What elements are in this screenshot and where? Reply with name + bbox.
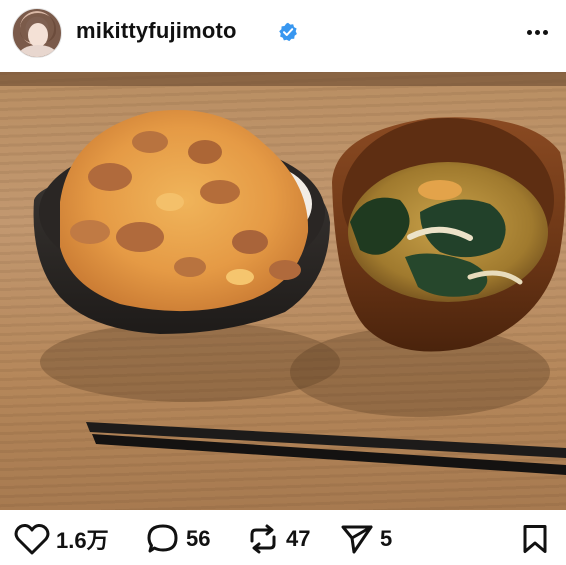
egg-highlight bbox=[156, 193, 184, 211]
post-image[interactable] bbox=[0, 72, 566, 510]
send-paper-plane-icon bbox=[341, 525, 373, 554]
comment-button[interactable]: 56 bbox=[146, 524, 210, 554]
like-button[interactable]: 1.6万 bbox=[14, 523, 109, 555]
repost-icon bbox=[250, 524, 276, 554]
chicken-piece bbox=[188, 140, 222, 164]
share-count: 5 bbox=[380, 526, 393, 551]
egg-yolk-floating bbox=[418, 180, 462, 200]
more-dot-icon bbox=[526, 29, 532, 35]
repost-count: 47 bbox=[286, 526, 311, 551]
chicken-piece bbox=[116, 222, 164, 252]
oyakodon-topping bbox=[60, 110, 309, 312]
verified-badge-icon bbox=[279, 22, 297, 42]
repost-button[interactable]: 47 bbox=[246, 524, 310, 554]
table-edge bbox=[0, 72, 566, 86]
post-header: mikittyfujimoto bbox=[0, 0, 566, 72]
chicken-piece bbox=[232, 230, 268, 254]
profile-avatar[interactable] bbox=[12, 8, 62, 58]
share-button[interactable]: 5 bbox=[340, 524, 392, 554]
comment-count: 56 bbox=[186, 526, 211, 551]
chicken-piece bbox=[88, 163, 132, 191]
chicken-piece bbox=[269, 260, 301, 280]
egg-highlight bbox=[226, 269, 254, 285]
comment-bubble-icon bbox=[147, 524, 178, 553]
chicken-piece bbox=[200, 180, 240, 204]
food-photo-illustration bbox=[0, 72, 566, 475]
heart-icon bbox=[14, 523, 50, 555]
more-dot-icon bbox=[542, 29, 548, 35]
chicken-piece bbox=[174, 257, 206, 277]
chicken-piece bbox=[70, 220, 110, 244]
like-count: 1.6万 bbox=[56, 528, 109, 553]
username-link[interactable]: mikittyfujimoto bbox=[76, 18, 237, 44]
chicken-piece bbox=[132, 131, 168, 153]
action-bar: 1.6万 56 47 5 bbox=[0, 510, 566, 565]
bookmark-icon[interactable] bbox=[520, 524, 550, 554]
avatar-shoulder bbox=[19, 45, 57, 57]
more-options-button[interactable] bbox=[522, 20, 552, 44]
more-dot-icon bbox=[534, 29, 540, 35]
avatar-face bbox=[28, 23, 48, 47]
